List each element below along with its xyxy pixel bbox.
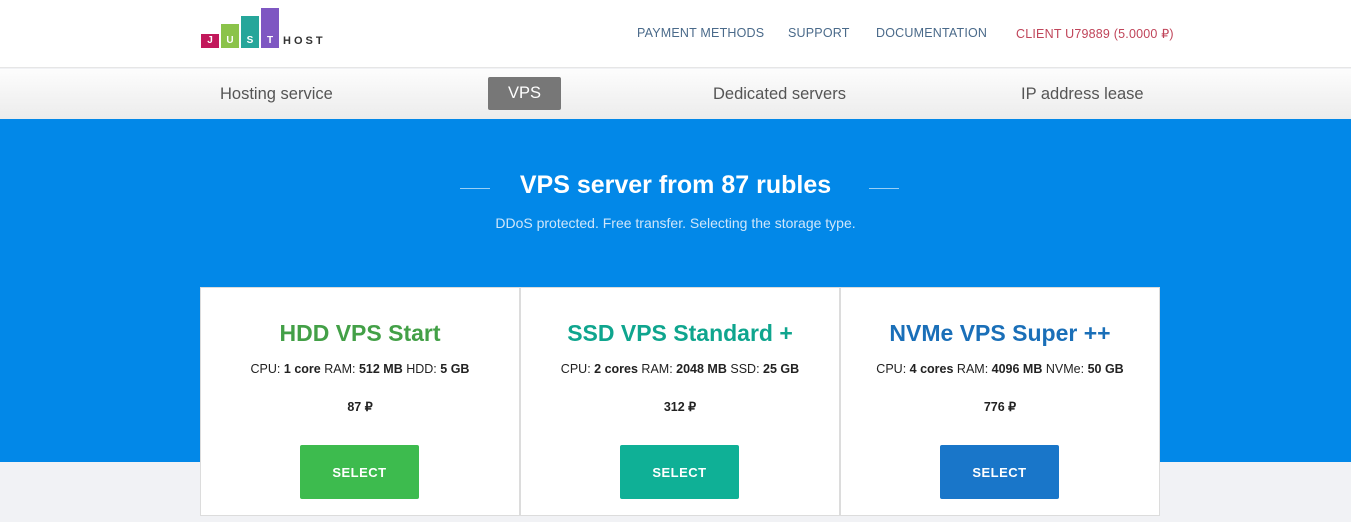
storage-label: HDD: <box>406 362 437 376</box>
nav-documentation[interactable]: DOCUMENTATION <box>876 26 987 40</box>
storage-label: NVMe: <box>1045 362 1085 376</box>
title-divider-right <box>869 188 899 189</box>
cpu-label: CPU: <box>560 362 591 376</box>
logo-letter: J <box>207 35 213 46</box>
tab-vps[interactable]: VPS <box>488 77 562 110</box>
nav-support[interactable]: SUPPORT <box>788 26 850 40</box>
logo-block-u: U <box>221 24 239 48</box>
tab-ip-address-lease[interactable]: IP address lease <box>1021 85 1144 104</box>
plan-card-nvme: NVMe VPS Super ++ CPU: 4 cores RAM: 4096… <box>840 287 1160 516</box>
ram-value: 512 MB <box>358 362 403 376</box>
logo-letter: T <box>266 35 274 46</box>
plan-name: HDD VPS Start <box>279 320 441 346</box>
logo-block-t: T <box>261 8 279 48</box>
storage-label: SSD: <box>730 362 760 376</box>
cpu-value: 2 cores <box>594 362 638 376</box>
site-header: J U S T HOST PAYMENT METHODS SUPPORT DOC… <box>0 0 1351 68</box>
ram-label: RAM: <box>956 362 989 376</box>
select-hdd-plan-button[interactable]: SELECT <box>300 445 419 499</box>
plan-name: NVMe VPS Super ++ <box>889 320 1111 346</box>
select-nvme-plan-button[interactable]: SELECT <box>940 445 1059 499</box>
storage-value: 5 GB <box>440 362 470 376</box>
tab-hosting-service[interactable]: Hosting service <box>220 85 333 104</box>
cpu-value: 1 core <box>283 362 321 376</box>
plan-specs: CPU: 4 cores RAM: 4096 MB NVMe: 50 GB <box>841 362 1159 376</box>
plan-price: 87 ₽ <box>347 400 373 414</box>
nav-payment-methods[interactable]: PAYMENT METHODS <box>637 26 764 40</box>
justhost-logo[interactable]: J U S T HOST <box>201 6 341 48</box>
logo-word: HOST <box>283 35 326 47</box>
cpu-value: 4 cores <box>909 362 954 376</box>
ram-value: 2048 MB <box>676 362 727 376</box>
cpu-label: CPU: <box>250 362 281 376</box>
logo-block-j: J <box>201 34 219 48</box>
ram-label: RAM: <box>641 362 673 376</box>
ram-value: 4096 MB <box>991 362 1043 376</box>
storage-value: 50 GB <box>1087 362 1124 376</box>
plan-price: 312 ₽ <box>663 400 697 414</box>
plan-card-ssd: SSD VPS Standard + CPU: 2 cores RAM: 204… <box>520 287 840 516</box>
ram-label: RAM: <box>324 362 356 376</box>
cpu-label: CPU: <box>876 362 907 376</box>
plan-card-hdd: HDD VPS Start CPU: 1 core RAM: 512 MB HD… <box>200 287 520 516</box>
logo-letter: S <box>246 35 254 46</box>
logo-block-s: S <box>241 16 259 48</box>
page-subtitle: DDoS protected. Free transfer. Selecting… <box>495 215 856 231</box>
tab-dedicated-servers[interactable]: Dedicated servers <box>713 85 846 104</box>
nav-client-account[interactable]: CLIENT U79889 (5.0000 ₽) <box>1016 26 1174 41</box>
plan-specs: CPU: 2 cores RAM: 2048 MB SSD: 25 GB <box>521 362 839 376</box>
logo-letter: U <box>226 35 234 46</box>
plan-name: SSD VPS Standard + <box>567 320 793 346</box>
page-title: VPS server from 87 rubles <box>519 171 832 199</box>
storage-value: 25 GB <box>763 362 800 376</box>
plan-price: 776 ₽ <box>983 400 1017 414</box>
select-ssd-plan-button[interactable]: SELECT <box>620 445 739 499</box>
plan-specs: CPU: 1 core RAM: 512 MB HDD: 5 GB <box>201 362 519 376</box>
service-nav: Hosting service VPS Dedicated servers IP… <box>0 69 1351 119</box>
